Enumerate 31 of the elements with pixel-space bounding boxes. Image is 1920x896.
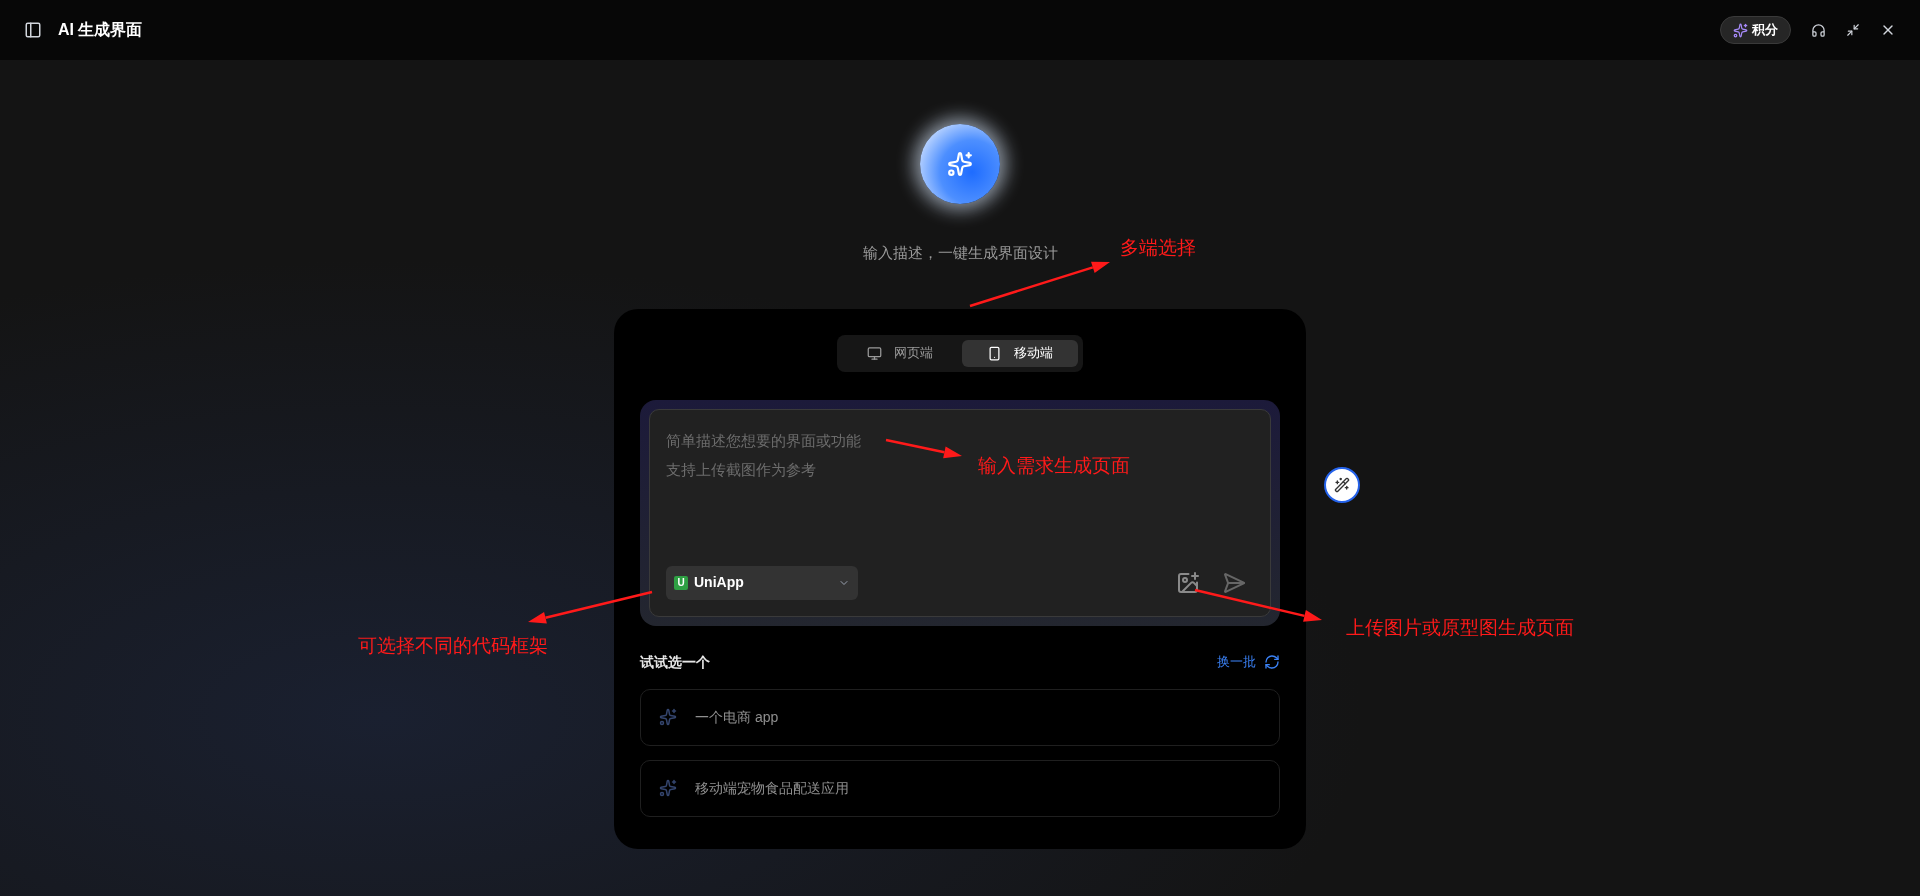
sparkle-icon xyxy=(659,708,677,726)
magic-wand-icon xyxy=(1334,477,1350,493)
sidebar-toggle-icon[interactable] xyxy=(24,21,42,39)
suggestion-item[interactable]: 移动端宠物食品配送应用 xyxy=(640,759,1280,817)
annotation-label: 多端选择 xyxy=(1120,236,1196,260)
platform-tab[interactable]: 网页端 xyxy=(842,339,958,367)
annotation-label: 可选择不同的代码框架 xyxy=(358,634,548,658)
suggestion-item[interactable]: 一个电商 app xyxy=(640,688,1280,746)
image-upload-icon[interactable] xyxy=(1176,570,1200,595)
framework-dropdown[interactable]: U UniApp xyxy=(666,565,858,600)
annotation-label: 上传图片或原型图生成页面 xyxy=(1346,616,1574,640)
magic-wand-button[interactable] xyxy=(1324,467,1360,503)
refresh-link[interactable]: 换一批 xyxy=(1217,652,1280,672)
placeholder-text: 简单描述您想要的界面或功能 xyxy=(666,430,861,451)
points-button[interactable]: 积分 xyxy=(1720,16,1791,44)
sparkle-icon xyxy=(1733,22,1748,38)
headset-icon[interactable] xyxy=(1811,22,1826,38)
minimize-icon[interactable] xyxy=(1846,23,1860,37)
monitor-icon xyxy=(867,345,882,361)
window-title: AI 生成界面 xyxy=(58,20,143,40)
annotation-label: 输入需求生成页面 xyxy=(978,454,1130,478)
framework-logo-icon: U xyxy=(674,575,688,590)
placeholder-text: 支持上传截图作为参考 xyxy=(666,459,816,480)
phone-icon xyxy=(987,345,1002,361)
suggestions-title: 试试选一个 xyxy=(640,652,710,672)
send-icon[interactable] xyxy=(1222,570,1246,595)
sparkle-icon xyxy=(947,151,973,177)
platform-tab[interactable]: 移动端 xyxy=(962,339,1078,367)
refresh-icon xyxy=(1264,654,1280,670)
subtitle: 输入描述，一键生成界面设计 xyxy=(862,243,1058,263)
sparkle-icon xyxy=(659,779,677,797)
